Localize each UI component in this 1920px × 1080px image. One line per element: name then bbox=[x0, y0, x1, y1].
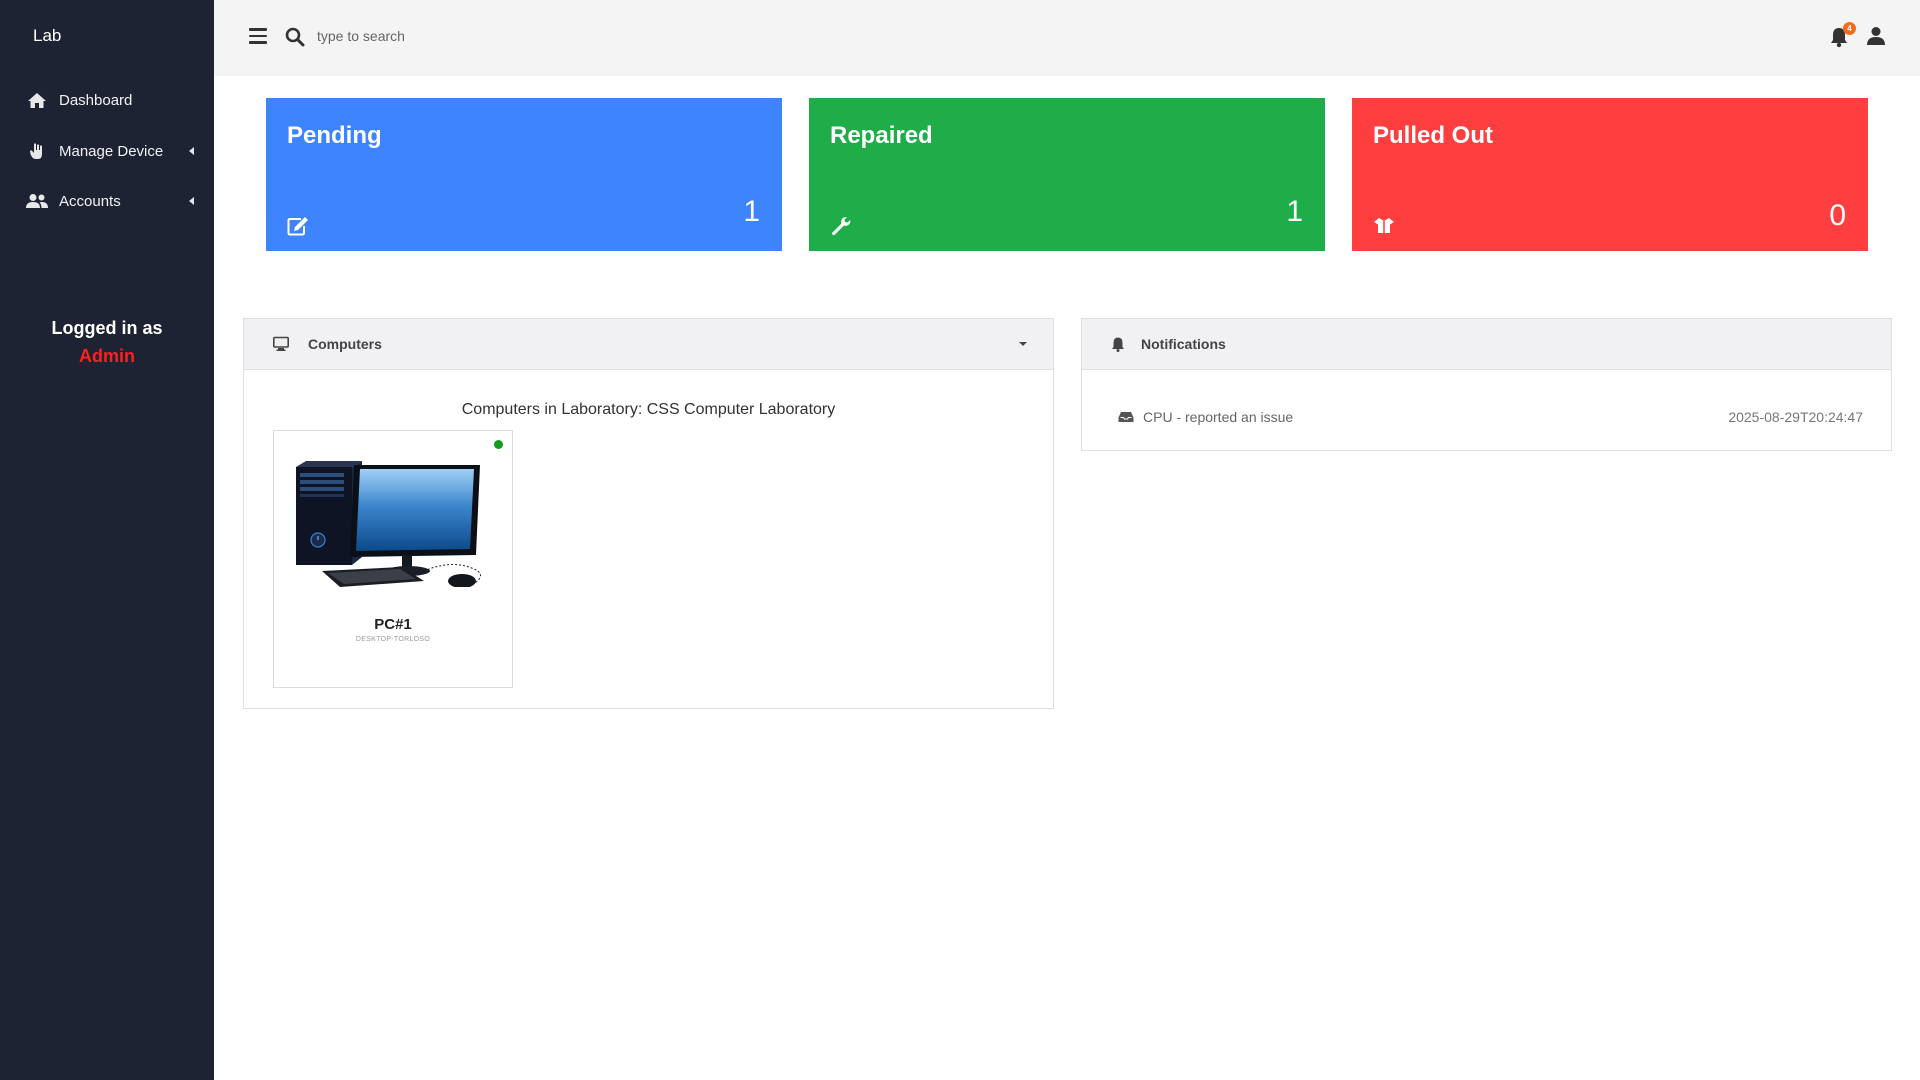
notifications-panel-header: Notifications bbox=[1082, 319, 1891, 370]
user-icon[interactable] bbox=[1866, 26, 1886, 46]
computers-panel-header[interactable]: Computers bbox=[244, 319, 1053, 370]
computer-image bbox=[292, 447, 492, 587]
card-title: Repaired bbox=[830, 122, 933, 149]
chevron-left-icon bbox=[189, 147, 194, 155]
status-indicator bbox=[494, 440, 503, 449]
card-count: 1 bbox=[1286, 195, 1303, 228]
hamburger-line bbox=[249, 41, 267, 44]
card-title: Pulled Out bbox=[1373, 122, 1493, 149]
repaired-card[interactable]: Repaired 1 bbox=[809, 98, 1325, 251]
lab-title: Computers in Laboratory: CSS Computer La… bbox=[461, 401, 836, 418]
sidebar-item-dashboard[interactable]: Dashboard bbox=[0, 77, 214, 123]
computers-panel: Computers Computers in Laboratory: CSS C… bbox=[243, 318, 1054, 709]
card-count: 0 bbox=[1829, 199, 1846, 232]
chevron-down-icon[interactable] bbox=[1019, 342, 1027, 346]
wrench-icon bbox=[832, 217, 851, 236]
bell-icon bbox=[1112, 337, 1124, 352]
card-count: 1 bbox=[743, 195, 760, 228]
brand-title[interactable]: Lab bbox=[33, 26, 61, 46]
search-icon[interactable] bbox=[285, 27, 305, 47]
notification-time: 2025-08-29T20:24:47 bbox=[1728, 409, 1863, 425]
pulled-out-card[interactable]: Pulled Out 0 bbox=[1352, 98, 1868, 251]
chevron-left-icon bbox=[189, 197, 194, 205]
computer-card[interactable]: PC#1 DESKTOP-TORLOSO bbox=[273, 430, 513, 688]
menu-toggle-button[interactable] bbox=[249, 28, 267, 44]
home-icon bbox=[26, 91, 48, 109]
monitor-icon bbox=[273, 336, 289, 351]
logged-in-info: Logged in as Admin bbox=[0, 314, 214, 370]
computer-name: PC#1 bbox=[374, 616, 412, 633]
notification-count-badge: 4 bbox=[1843, 22, 1856, 35]
logged-in-label: Logged in as bbox=[51, 318, 163, 338]
topbar bbox=[214, 0, 1920, 76]
notification-item[interactable]: CPU - reported an issue 2025-08-29T20:24… bbox=[1118, 409, 1863, 429]
notifications-panel: Notifications CPU - reported an issue 20… bbox=[1081, 318, 1892, 451]
box-icon bbox=[1374, 218, 1394, 233]
notification-text: CPU - reported an issue bbox=[1143, 409, 1294, 425]
pending-card[interactable]: Pending 1 bbox=[266, 98, 782, 251]
sidebar-item-label: Accounts bbox=[59, 192, 121, 210]
card-title: Pending bbox=[287, 122, 382, 149]
users-icon bbox=[26, 192, 48, 210]
sidebar: Lab Dashboard Manage Device Accounts Log… bbox=[0, 0, 214, 1080]
hamburger-icon bbox=[249, 28, 267, 31]
sidebar-item-accounts[interactable]: Accounts bbox=[0, 178, 214, 224]
inbox-icon bbox=[1118, 412, 1134, 422]
panel-title: Notifications bbox=[1141, 336, 1226, 352]
hand-icon bbox=[26, 142, 48, 160]
sidebar-item-manage-device[interactable]: Manage Device bbox=[0, 128, 214, 174]
logged-in-user: Admin bbox=[79, 346, 135, 366]
panel-title: Computers bbox=[308, 336, 382, 352]
search-input[interactable] bbox=[317, 24, 617, 48]
sidebar-item-label: Dashboard bbox=[59, 91, 133, 109]
computer-hostname: DESKTOP-TORLOSO bbox=[355, 636, 431, 643]
hamburger-line bbox=[249, 34, 267, 37]
sidebar-item-label: Manage Device bbox=[59, 142, 164, 160]
edit-icon bbox=[287, 217, 308, 236]
